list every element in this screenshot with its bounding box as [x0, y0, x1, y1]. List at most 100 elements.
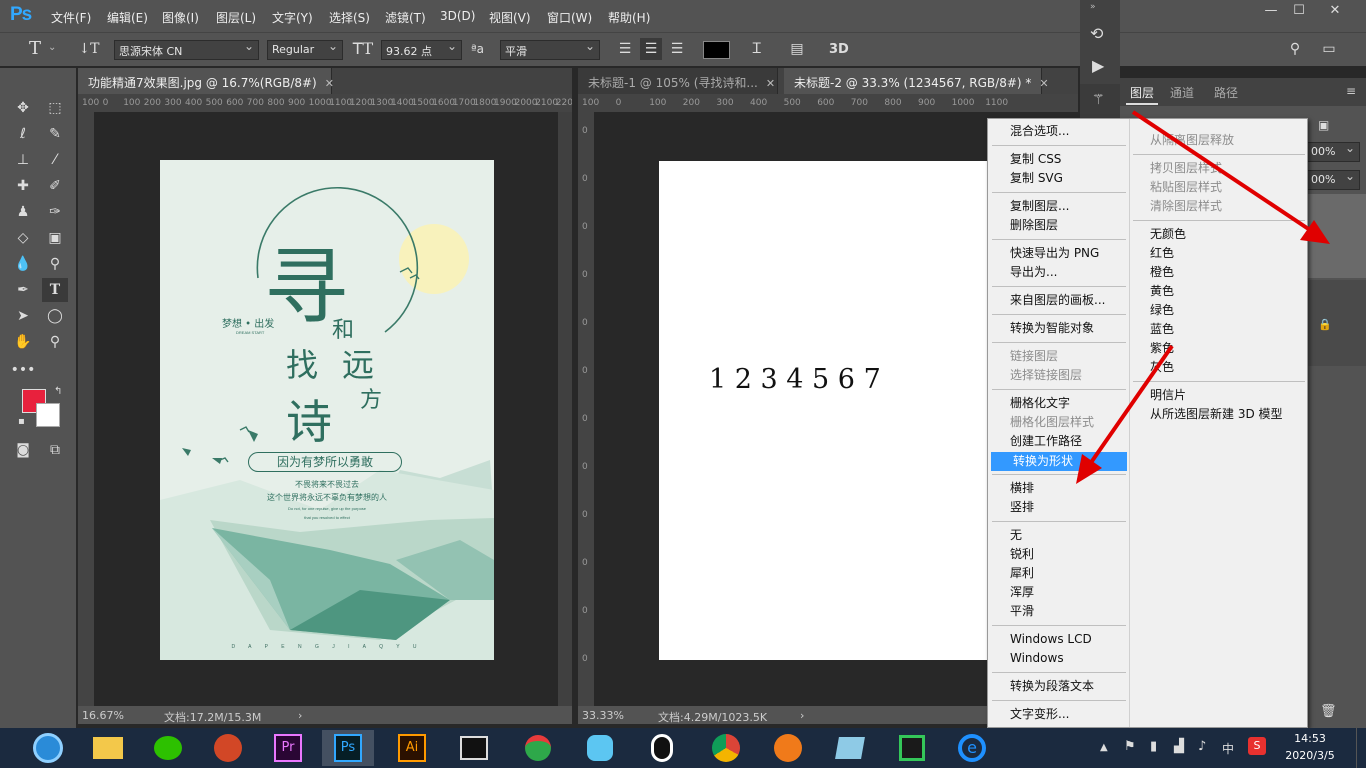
show-desktop-button[interactable] [1356, 728, 1366, 768]
collapse-panel-icon[interactable]: » [1090, 2, 1096, 12]
menu-edit[interactable]: 编辑(E) [107, 9, 148, 26]
path-select-tool-icon[interactable]: ➤ [10, 304, 36, 328]
blur-tool-icon[interactable]: 💧 [10, 252, 36, 276]
illustrator-icon[interactable]: Ai [386, 730, 438, 766]
fill-field[interactable]: 00% [1306, 170, 1360, 190]
tray-date[interactable]: 2020/3/5 [1280, 749, 1340, 762]
menu-color-blue[interactable]: 蓝色 [1128, 320, 1306, 339]
antialias-select[interactable]: 平滑 [500, 40, 600, 60]
menu-aa-none[interactable]: 无 [988, 526, 1128, 545]
menu-help[interactable]: 帮助(H) [608, 9, 650, 26]
type-tool-icon[interactable]: T [24, 38, 46, 60]
left-status-arrow-icon[interactable]: › [298, 709, 302, 722]
menu-aa-crisp[interactable]: 犀利 [988, 564, 1128, 583]
default-colors-icon[interactable]: ▪ [18, 416, 25, 427]
type-tool-active-icon[interactable]: T [42, 278, 68, 302]
menu-color-none[interactable]: 无颜色 [1128, 225, 1306, 244]
search-icon[interactable]: ⚲ [1284, 38, 1306, 60]
tray-input-language[interactable]: 中 [1222, 740, 1234, 757]
hand-tool-icon[interactable]: ✋ [10, 330, 36, 354]
menu-postcard[interactable]: 明信片 [1128, 386, 1306, 405]
menu-delete-layer[interactable]: 删除图层 [988, 216, 1128, 235]
background-color-swatch[interactable] [36, 403, 60, 427]
eraser-tool-icon[interactable]: ◇ [10, 226, 36, 250]
quick-mask-icon[interactable]: ◙ [10, 438, 36, 462]
tray-time[interactable]: 14:53 [1280, 732, 1340, 745]
menu-image[interactable]: 图像(I) [162, 9, 199, 26]
3d-button[interactable]: 3D [829, 42, 849, 57]
menu-view[interactable]: 视图(V) [489, 9, 531, 26]
green-app-icon[interactable] [886, 730, 938, 766]
screen-mode-icon[interactable]: ⧉ [42, 438, 68, 462]
swap-colors-icon[interactable]: ↰ [54, 386, 62, 397]
menu-file[interactable]: 文件(F) [51, 9, 91, 26]
marquee-tool-icon[interactable]: ⬚ [42, 96, 68, 120]
menu-vertical[interactable]: 竖排 [988, 498, 1128, 517]
close-tab-icon[interactable]: ✕ [766, 77, 775, 90]
zoom-tool-icon[interactable]: ⚲ [42, 330, 68, 354]
menu-aa-sharp[interactable]: 锐利 [988, 545, 1128, 564]
history-brush-tool-icon[interactable]: ✑ [42, 200, 68, 224]
start-ie-icon[interactable] [22, 730, 74, 766]
stamp-tool-icon[interactable]: ♟ [10, 200, 36, 224]
menu-window[interactable]: 窗口(W) [547, 9, 592, 26]
delete-layer-icon[interactable]: 🗑 [1320, 704, 1337, 719]
menu-export-as[interactable]: 导出为... [988, 263, 1128, 282]
left-vertical-scrollbar[interactable] [558, 112, 572, 706]
notes-app-icon[interactable] [824, 730, 876, 766]
qq-icon[interactable] [636, 730, 688, 766]
menu-select[interactable]: 选择(S) [329, 9, 370, 26]
warp-text-icon[interactable]: Ꮖ [746, 38, 768, 60]
menu-new-3d-model[interactable]: 从所选图层新建 3D 模型 [1128, 405, 1306, 424]
tab-layers[interactable]: 图层 [1126, 82, 1159, 105]
left-doc-tab[interactable]: 功能精通7效果图.jpg @ 16.7%(RGB/8#) ✕ [78, 68, 334, 94]
close-icon[interactable]: ✕ [1322, 2, 1348, 22]
close-tab-icon[interactable]: ✕ [1039, 77, 1048, 90]
actions-play-icon[interactable]: ▶ [1092, 56, 1104, 75]
menu-create-work-path[interactable]: 创建工作路径 [988, 432, 1128, 451]
right-document-canvas[interactable]: 1 2 3 4 5 6 7 [659, 161, 988, 660]
menu-horizontal[interactable]: 横排 [988, 479, 1128, 498]
menu-convert-paragraph-text[interactable]: 转换为段落文本 [988, 677, 1128, 696]
more-tools-icon[interactable]: ••• [10, 358, 36, 382]
powerpoint-icon[interactable] [202, 730, 254, 766]
menu-rasterize-type[interactable]: 栅格化文字 [988, 394, 1128, 413]
menu-quick-export-png[interactable]: 快速导出为 PNG [988, 244, 1128, 263]
brush-panel-icon[interactable]: ⚚ [1092, 92, 1105, 108]
menu-color-red[interactable]: 红色 [1128, 244, 1306, 263]
text-orientation-icon[interactable]: ↓T [78, 38, 100, 60]
menu-warp-text[interactable]: 文字变形... [988, 705, 1128, 724]
panel-menu-icon[interactable]: ≡ [1346, 84, 1356, 98]
menu-color-gray[interactable]: 灰色 [1128, 358, 1306, 377]
menu-color-green[interactable]: 绿色 [1128, 301, 1306, 320]
lock-all-icon[interactable]: ▣ [1318, 118, 1329, 132]
close-tab-icon[interactable]: ✕ [325, 77, 334, 90]
menu-artboard-from-layers[interactable]: 来自图层的画板... [988, 291, 1128, 310]
menu-filter[interactable]: 滤镜(T) [385, 9, 426, 26]
quick-select-tool-icon[interactable]: ✎ [42, 122, 68, 146]
crop-tool-icon[interactable]: ⊥ [10, 148, 36, 172]
menu-copy-svg[interactable]: 复制 SVG [988, 169, 1128, 188]
menu-copy-css[interactable]: 复制 CSS [988, 150, 1128, 169]
menu-type[interactable]: 文字(Y) [272, 9, 313, 26]
tray-flag-icon[interactable]: ⚑ [1124, 739, 1136, 754]
dodge-tool-icon[interactable]: ⚲ [42, 252, 68, 276]
tray-volume-icon[interactable]: ♪ [1198, 739, 1206, 754]
font-size-select[interactable]: 93.62 点 [381, 40, 462, 60]
chrome-icon[interactable] [700, 730, 752, 766]
menu-color-orange[interactable]: 橙色 [1128, 263, 1306, 282]
menu-convert-to-shape[interactable]: 转换为形状 [991, 452, 1127, 471]
text-color-swatch[interactable] [703, 41, 730, 59]
brush-tool-icon[interactable]: ✐ [42, 174, 68, 198]
lasso-tool-icon[interactable]: ℓ [10, 122, 36, 146]
font-family-select[interactable]: 思源宋体 CN [114, 40, 259, 60]
tray-expand-icon[interactable]: ▲ [1100, 742, 1108, 753]
sogou-input-icon[interactable]: S [1248, 737, 1266, 755]
right-status-arrow-icon[interactable]: › [800, 709, 804, 722]
game-icon[interactable] [512, 730, 564, 766]
ie-browser-icon[interactable]: e [946, 730, 998, 766]
minimize-icon[interactable]: — [1258, 2, 1284, 22]
menu-windows-lcd[interactable]: Windows LCD [988, 630, 1128, 649]
tab-channels[interactable]: 通道 [1170, 84, 1194, 101]
move-tool-icon[interactable]: ✥ [10, 96, 36, 120]
